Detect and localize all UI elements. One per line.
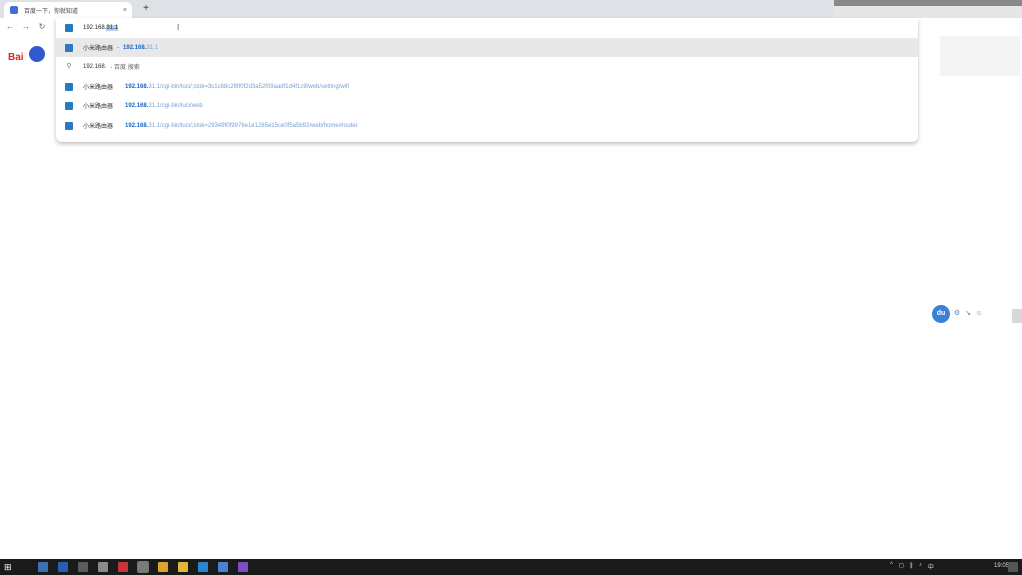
tray-ime-icon[interactable]: 中 (928, 562, 934, 571)
suggestion-item[interactable]: 小米路由器 - 192.168. 31.1 (56, 38, 918, 57)
suggestion-item[interactable]: 小米路由器 192.168. 31.1/cgi-bin/luci/;stok=3… (56, 77, 918, 96)
text-cursor-icon: I (177, 23, 180, 32)
forward-button[interactable]: → (20, 20, 32, 34)
reload-button[interactable]: ↻ (36, 20, 48, 34)
tray-volume-icon[interactable]: ♪ (919, 562, 922, 571)
link-icon[interactable]: ↘ (964, 310, 972, 318)
history-page-icon (65, 101, 73, 110)
baidu-logo: Bai (8, 52, 24, 63)
suggestion-url: 192.168. (125, 122, 149, 129)
tab-strip: 百度一下，你就知道 × + (0, 0, 834, 18)
taskbar-app-icon[interactable] (137, 561, 149, 573)
baidu-du-button[interactable]: du (932, 305, 950, 323)
suggestion-item[interactable]: 小米路由器 192.168. 31.1/cgi-bin/luci/;stok=2… (56, 116, 918, 135)
new-tab-button[interactable]: + (140, 2, 152, 16)
tab-baidu[interactable]: 百度一下，你就知道 × (4, 2, 132, 18)
suggestion-title: 小米路由器 (83, 46, 114, 52)
suggestion-url-rest: 31.1/cgi-bin/luci/;stok=29349f0f9976e1e1… (148, 122, 358, 129)
windows-start-icon[interactable]: ⊞ (4, 562, 12, 573)
omnibox-typed-text: 192.168. (83, 25, 107, 31)
tray-expand-icon[interactable]: ^ (890, 562, 893, 571)
suggestion-item[interactable]: ⚲ 192.168. - 百度 搜索 (56, 57, 918, 76)
search-icon: ⚲ (66, 62, 72, 70)
history-page-icon (65, 121, 73, 130)
notification-icon[interactable] (1008, 562, 1018, 572)
paw-icon (10, 6, 18, 14)
suggestion-item[interactable]: 小米路由器 192.168. 31.1/cgi-bin/luci/web (56, 96, 918, 115)
settings-icon[interactable]: ⚙ (953, 310, 961, 318)
suggestion-url-rest: 31.1/cgi-bin/luci/;stok=3c1c68c2f8f0f2d3… (148, 83, 350, 90)
suggestion-search-engine: - 百度 搜索 (110, 65, 140, 71)
history-page-icon (65, 82, 73, 91)
window-frame (834, 0, 1022, 18)
taskbar-clock[interactable]: 19:05 (994, 563, 1009, 569)
taskbar-app-icon[interactable] (78, 562, 88, 572)
omnibox-input[interactable]: 192.168. 31.1 (56, 18, 918, 38)
tab-title: 百度一下，你就知道 (24, 8, 79, 15)
taskbar-app-icon[interactable] (218, 562, 228, 572)
omnibox-dropdown: 192.168. 31.1 I 小米路由器 - 192.168. 31.1 ⚲ … (56, 18, 918, 142)
taskbar-app-icon[interactable] (178, 562, 188, 572)
suggestion-title: 192.168. (83, 63, 107, 70)
taskbar-app-icon[interactable] (38, 562, 48, 572)
suggestion-title: 小米路由器 (83, 85, 114, 91)
tray-network-icon[interactable]: ◻ (899, 562, 904, 571)
history-page-icon (65, 43, 73, 52)
tray-battery-icon[interactable]: ∥ (910, 562, 913, 571)
omnibox-inline-completion: 31.1 (106, 25, 119, 31)
suggestion-url-rest: 31.1/cgi-bin/luci/web (148, 102, 203, 109)
profile-icon[interactable]: ☺ (975, 310, 983, 318)
suggestion-title: 小米路由器 (83, 124, 114, 130)
separator: - (117, 44, 120, 51)
suggestion-url: 192.168. (123, 44, 147, 51)
taskbar-app-icon[interactable] (198, 562, 208, 572)
baidu-paw-icon (29, 46, 45, 62)
taskbar-app-icon[interactable] (98, 562, 108, 572)
taskbar: ⊞ ^ ◻ ∥ ♪ 中 19:05 (0, 559, 1022, 575)
taskbar-app-icon[interactable] (58, 562, 68, 572)
taskbar-app-icon[interactable] (158, 562, 168, 572)
suggestion-url: 192.168. (125, 102, 149, 109)
page-info-icon (65, 24, 73, 32)
page-header-area (940, 36, 1020, 76)
close-icon[interactable]: × (123, 7, 127, 14)
scroll-edge (1012, 309, 1022, 323)
suggestion-title: 小米路由器 (83, 104, 114, 110)
suggestion-url: 192.168. (125, 83, 149, 90)
taskbar-app-icon[interactable] (238, 562, 248, 572)
taskbar-app-icon[interactable] (118, 562, 128, 572)
back-button[interactable]: ← (4, 20, 16, 34)
suggestion-url-rest: 31.1 (146, 44, 159, 51)
side-toolbar: du ⚙ ↘ ☺ (932, 305, 983, 323)
system-tray: ^ ◻ ∥ ♪ 中 (890, 562, 934, 571)
